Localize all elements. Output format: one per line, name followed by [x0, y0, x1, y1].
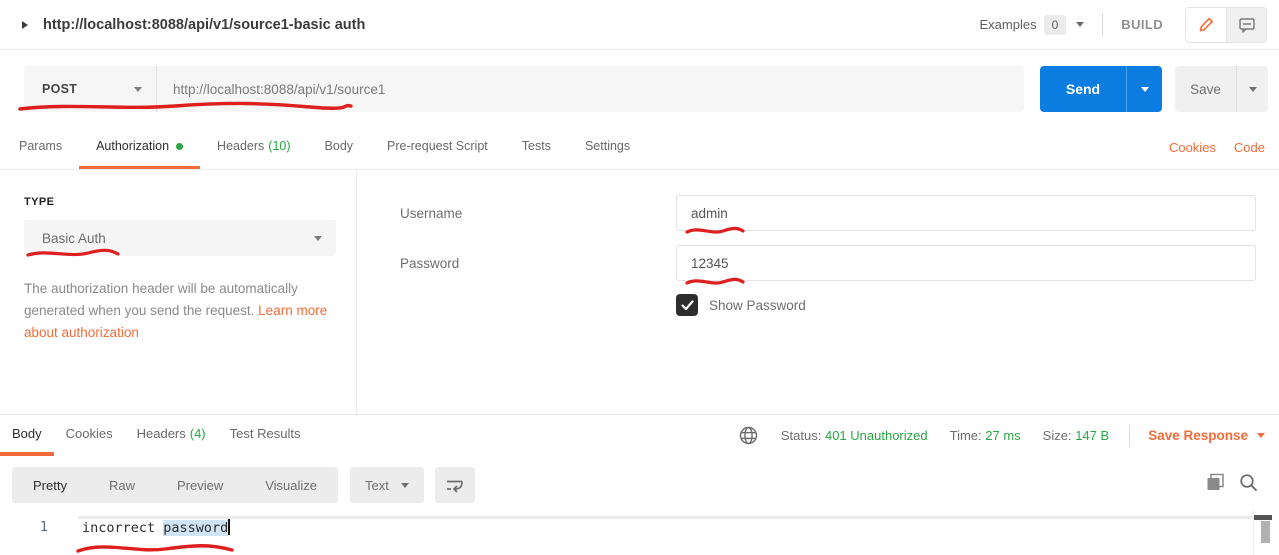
examples-chevron-down-icon[interactable]: [1076, 22, 1084, 27]
request-title: http://localhost:8088/api/v1/source1-bas…: [43, 17, 365, 33]
tab-tests[interactable]: Tests: [505, 126, 568, 169]
view-tab-pretty[interactable]: Pretty: [12, 467, 88, 503]
method-chevron-down-icon: [134, 87, 142, 92]
response-tab-body[interactable]: Body: [0, 415, 54, 456]
chevron-down-icon: [1249, 87, 1257, 92]
auth-type-select[interactable]: Basic Auth: [24, 220, 336, 256]
edit-mode-button[interactable]: [1186, 8, 1226, 42]
request-title-bar: http://localhost:8088/api/v1/source1-bas…: [0, 0, 1279, 50]
save-button[interactable]: Save: [1175, 66, 1236, 112]
time-field: Time: 27 ms: [950, 428, 1021, 443]
check-icon: [681, 300, 694, 311]
format-value: Text: [365, 478, 389, 493]
auth-description: The authorization header will be automat…: [24, 278, 342, 344]
view-tab-visualize[interactable]: Visualize: [244, 467, 338, 503]
copy-icon[interactable]: [1206, 473, 1225, 492]
auth-type-chevron-down-icon: [314, 236, 322, 241]
format-select[interactable]: Text: [350, 467, 424, 503]
password-field[interactable]: [676, 245, 1256, 281]
size-value: 147 B: [1075, 428, 1109, 443]
auth-type-value: Basic Auth: [24, 231, 106, 246]
method-value: POST: [42, 82, 77, 96]
collapse-triangle-icon[interactable]: [22, 21, 28, 29]
tab-pre-request-script[interactable]: Pre-request Script: [370, 126, 505, 169]
comment-icon: [1238, 16, 1256, 34]
send-split-button: Send: [1040, 66, 1162, 112]
time-value: 27 ms: [985, 428, 1020, 443]
divider: [1102, 13, 1103, 37]
response-headers-count: (4): [190, 426, 206, 441]
view-tab-preview[interactable]: Preview: [156, 467, 244, 503]
tab-settings[interactable]: Settings: [568, 126, 647, 169]
password-label: Password: [400, 256, 459, 271]
build-label: BUILD: [1121, 17, 1163, 32]
mode-icon-group: [1185, 7, 1267, 43]
code-text: incorrect: [82, 520, 163, 536]
globe-icon[interactable]: [738, 425, 759, 446]
response-body-line[interactable]: incorrect password: [82, 519, 230, 536]
status-value: 401 Unauthorized: [825, 428, 928, 443]
annotation-response-underline: [78, 546, 232, 551]
tab-authorization[interactable]: Authorization: [79, 126, 200, 169]
response-tab-headers[interactable]: Headers (4): [125, 415, 218, 456]
send-button[interactable]: Send: [1040, 66, 1126, 112]
save-options-button[interactable]: [1236, 66, 1268, 112]
cookies-link[interactable]: Cookies: [1169, 140, 1216, 155]
response-tab-cookies[interactable]: Cookies: [54, 415, 125, 456]
view-tab-raw[interactable]: Raw: [88, 467, 156, 503]
tab-headers[interactable]: Headers (10): [200, 126, 307, 169]
divider: [1129, 425, 1130, 447]
response-header: Body Cookies Headers (4) Test Results St…: [0, 415, 1279, 456]
url-bar: POST http://localhost:8088/api/v1/source…: [24, 66, 1024, 112]
scrollbar-thumb[interactable]: [1261, 521, 1270, 543]
line-number: 1: [40, 520, 48, 535]
auth-type-label: TYPE: [24, 196, 54, 208]
view-mode-segmented-control: Pretty Raw Preview Visualize: [12, 467, 338, 503]
url-input[interactable]: http://localhost:8088/api/v1/source1: [157, 82, 385, 97]
response-view-toolbar: Pretty Raw Preview Visualize Text: [12, 467, 475, 503]
headers-count: (10): [268, 139, 290, 153]
username-label: Username: [400, 206, 462, 221]
chevron-down-icon: [1141, 87, 1149, 92]
request-tabs: Params Authorization Headers (10) Body P…: [0, 126, 1279, 170]
save-response-button[interactable]: Save Response: [1148, 428, 1265, 443]
show-password-label: Show Password: [709, 298, 806, 313]
examples-count-badge: 0: [1044, 15, 1067, 35]
pencil-icon: [1198, 16, 1215, 33]
pane-divider: [356, 171, 357, 414]
save-split-button: Save: [1175, 66, 1268, 112]
tab-params[interactable]: Params: [2, 126, 79, 169]
scrollbar-mark: [1254, 515, 1272, 520]
auth-configured-dot: [176, 143, 183, 150]
tab-body[interactable]: Body: [308, 126, 371, 169]
wrap-lines-button[interactable]: [435, 467, 475, 503]
wrap-text-icon: [445, 478, 464, 493]
text-cursor: [228, 519, 230, 535]
send-options-button[interactable]: [1126, 66, 1162, 112]
comments-button[interactable]: [1226, 8, 1266, 42]
format-chevron-down-icon: [401, 483, 409, 488]
username-field[interactable]: [676, 195, 1256, 231]
status-field: Status: 401 Unauthorized: [781, 428, 928, 443]
size-field: Size: 147 B: [1043, 428, 1110, 443]
response-tab-test-results[interactable]: Test Results: [218, 415, 313, 456]
code-link[interactable]: Code: [1234, 140, 1265, 155]
show-password-checkbox[interactable]: [676, 294, 698, 316]
editor-top-strip: [78, 516, 1272, 519]
examples-label[interactable]: Examples: [980, 17, 1037, 32]
method-select[interactable]: POST: [24, 66, 156, 112]
code-text-highlighted: password: [163, 520, 228, 536]
divider: [1253, 510, 1254, 555]
search-icon[interactable]: [1239, 473, 1258, 492]
save-response-chevron-down-icon: [1257, 433, 1265, 438]
postman-request-window: http://localhost:8088/api/v1/source1-bas…: [0, 0, 1279, 555]
